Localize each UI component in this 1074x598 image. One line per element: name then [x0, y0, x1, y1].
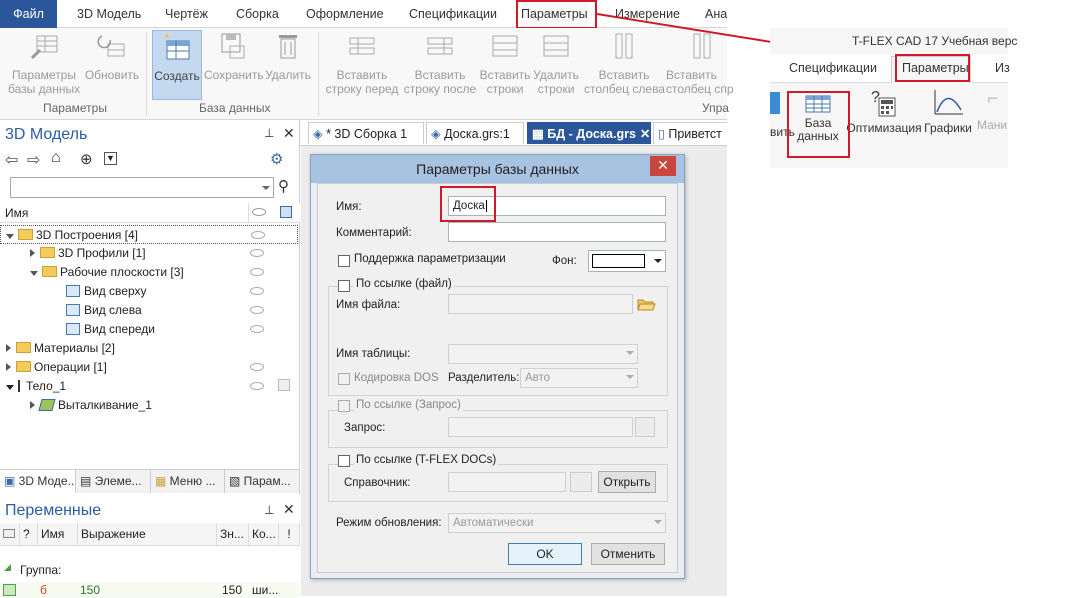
manipulator-button[interactable]: ⌐ Мани [977, 88, 1008, 132]
highlight-database-button [787, 91, 850, 158]
manipulator-icon: ⌐ [987, 88, 998, 108]
optimization-icon: ? [871, 89, 896, 117]
tab-specifications[interactable]: Спецификации [789, 61, 877, 75]
partial-icon [770, 92, 780, 114]
app-title: T-FLEX CAD 17 Учебная верс [852, 34, 1018, 48]
charts-button[interactable]: Графики [923, 88, 973, 135]
highlight-parameters-tab-zoom [895, 54, 970, 82]
tab-measurement[interactable]: Из [995, 61, 1010, 75]
chart-icon [934, 90, 963, 115]
optimization-button[interactable]: ? Оптимизация [845, 88, 923, 135]
